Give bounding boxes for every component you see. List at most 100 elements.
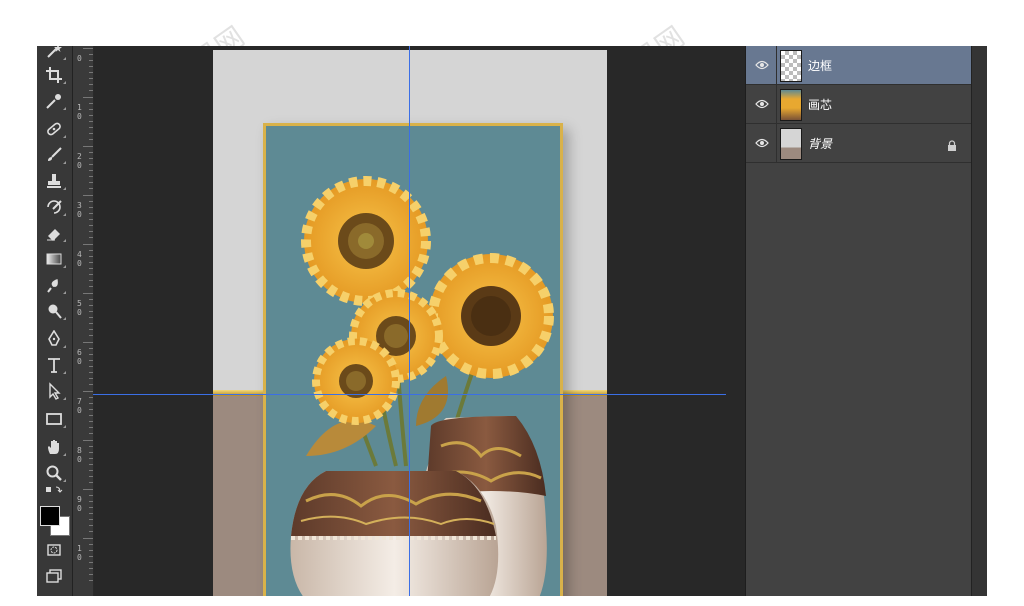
eyedropper-icon[interactable] (41, 90, 67, 112)
layer-thumbnail (780, 89, 802, 121)
document-canvas[interactable] (213, 50, 607, 596)
crop-icon[interactable] (41, 64, 67, 86)
clone-stamp-icon[interactable] (41, 170, 67, 192)
swap-colors-icon[interactable] (41, 484, 67, 498)
blur-icon[interactable] (41, 274, 67, 296)
ruler-mark (83, 440, 93, 441)
layer-row-painting[interactable]: 画芯 (746, 85, 972, 124)
ruler-mark (89, 501, 93, 502)
ruler-mark (89, 207, 93, 208)
ruler-mark (89, 139, 93, 140)
horizontal-guide[interactable] (93, 394, 726, 395)
screen-mode-icon[interactable] (41, 565, 67, 587)
ruler-mark (89, 182, 93, 183)
ruler-mark (89, 433, 93, 434)
ruler-mark (89, 286, 93, 287)
zoom-icon[interactable] (41, 462, 67, 484)
ruler-mark (89, 103, 93, 104)
ruler-mark (89, 525, 93, 526)
ruler-mark (89, 464, 93, 465)
history-brush-icon[interactable] (41, 196, 67, 218)
ruler-mark (89, 458, 93, 459)
ruler-mark (89, 544, 93, 545)
ruler-mark (89, 568, 93, 569)
layer-name: 背景 (808, 136, 833, 151)
ruler-mark (89, 256, 93, 257)
ruler-mark (89, 164, 93, 165)
ruler-mark (89, 562, 93, 563)
ruler-mark (89, 384, 93, 385)
layer-name: 边框 (808, 58, 833, 73)
foreground-color-swatch[interactable] (40, 506, 60, 526)
healing-brush-icon[interactable] (41, 118, 67, 140)
ruler-tick-label: 7 0 (77, 397, 82, 415)
ruler-mark (89, 421, 93, 422)
photoshop-window: 01 02 03 04 05 06 07 08 09 01 0 边框 画芯 背景 (37, 46, 987, 596)
panel-scrollbar[interactable] (971, 46, 987, 596)
ruler-mark (89, 133, 93, 134)
ruler-mark (83, 293, 93, 294)
ruler-mark (89, 446, 93, 447)
magic-wand-icon[interactable] (41, 46, 67, 62)
layer-thumbnail (780, 50, 802, 82)
painting-frame (263, 123, 563, 596)
pen-icon[interactable] (41, 328, 67, 350)
rectangle-icon[interactable] (41, 408, 67, 430)
brush-icon[interactable] (41, 144, 67, 166)
layers-panel: 边框 画芯 背景 (745, 46, 972, 596)
ruler-mark (89, 72, 93, 73)
dodge-icon[interactable] (41, 300, 67, 322)
ruler-mark (89, 574, 93, 575)
type-icon[interactable] (41, 354, 67, 376)
ruler-mark (83, 489, 93, 490)
ruler-mark (89, 84, 93, 85)
ruler-mark (89, 176, 93, 177)
layer-name: 画芯 (808, 97, 833, 112)
ruler-mark (89, 519, 93, 520)
layer-row-frame[interactable]: 边框 (746, 46, 972, 85)
ruler-mark (83, 97, 93, 98)
ruler-mark (89, 66, 93, 67)
ruler-mark (89, 60, 93, 61)
ruler-mark (89, 397, 93, 398)
eraser-icon[interactable] (41, 222, 67, 244)
ruler-mark (83, 391, 93, 392)
ruler-tick-label: 1 0 (77, 544, 82, 562)
gradient-icon[interactable] (41, 248, 67, 270)
ruler-mark (89, 372, 93, 373)
quick-mask-icon[interactable] (41, 539, 67, 561)
ruler-mark (89, 556, 93, 557)
tools-panel (37, 46, 73, 596)
vertical-ruler: 0 1 0 2 0 3 0 4 0 5 0 6 0 7 0 8 0 9 0 1 0 (73, 46, 94, 596)
ruler-mark (89, 299, 93, 300)
layer-row-background[interactable]: 背景 (746, 124, 972, 163)
ruler-mark (89, 237, 93, 238)
ruler-mark (89, 470, 93, 471)
ruler-tick-label: 8 0 (77, 446, 82, 464)
ruler-mark (89, 115, 93, 116)
ruler-mark (89, 427, 93, 428)
ruler-mark (89, 170, 93, 171)
ruler-mark (89, 280, 93, 281)
ruler-mark (89, 335, 93, 336)
ruler-mark (89, 507, 93, 508)
ruler-mark (89, 403, 93, 404)
vertical-guide[interactable] (409, 46, 410, 596)
visibility-eye-icon[interactable] (754, 135, 770, 151)
visibility-eye-icon[interactable] (754, 96, 770, 112)
ruler-tick-label: 2 0 (77, 152, 82, 170)
layer-thumbnail (780, 128, 802, 160)
ruler-mark (89, 513, 93, 514)
canvas-area[interactable] (94, 46, 726, 596)
ruler-mark (89, 311, 93, 312)
ruler-mark (89, 329, 93, 330)
ruler-mark (89, 262, 93, 263)
ruler-mark (89, 274, 93, 275)
hand-icon[interactable] (41, 436, 67, 458)
ruler-tick-label: 5 0 (77, 299, 82, 317)
ruler-mark (89, 231, 93, 232)
lock-icon[interactable] (946, 137, 958, 151)
path-selection-icon[interactable] (41, 380, 67, 402)
ruler-tick-label: 3 0 (77, 201, 82, 219)
visibility-eye-icon[interactable] (754, 57, 770, 73)
